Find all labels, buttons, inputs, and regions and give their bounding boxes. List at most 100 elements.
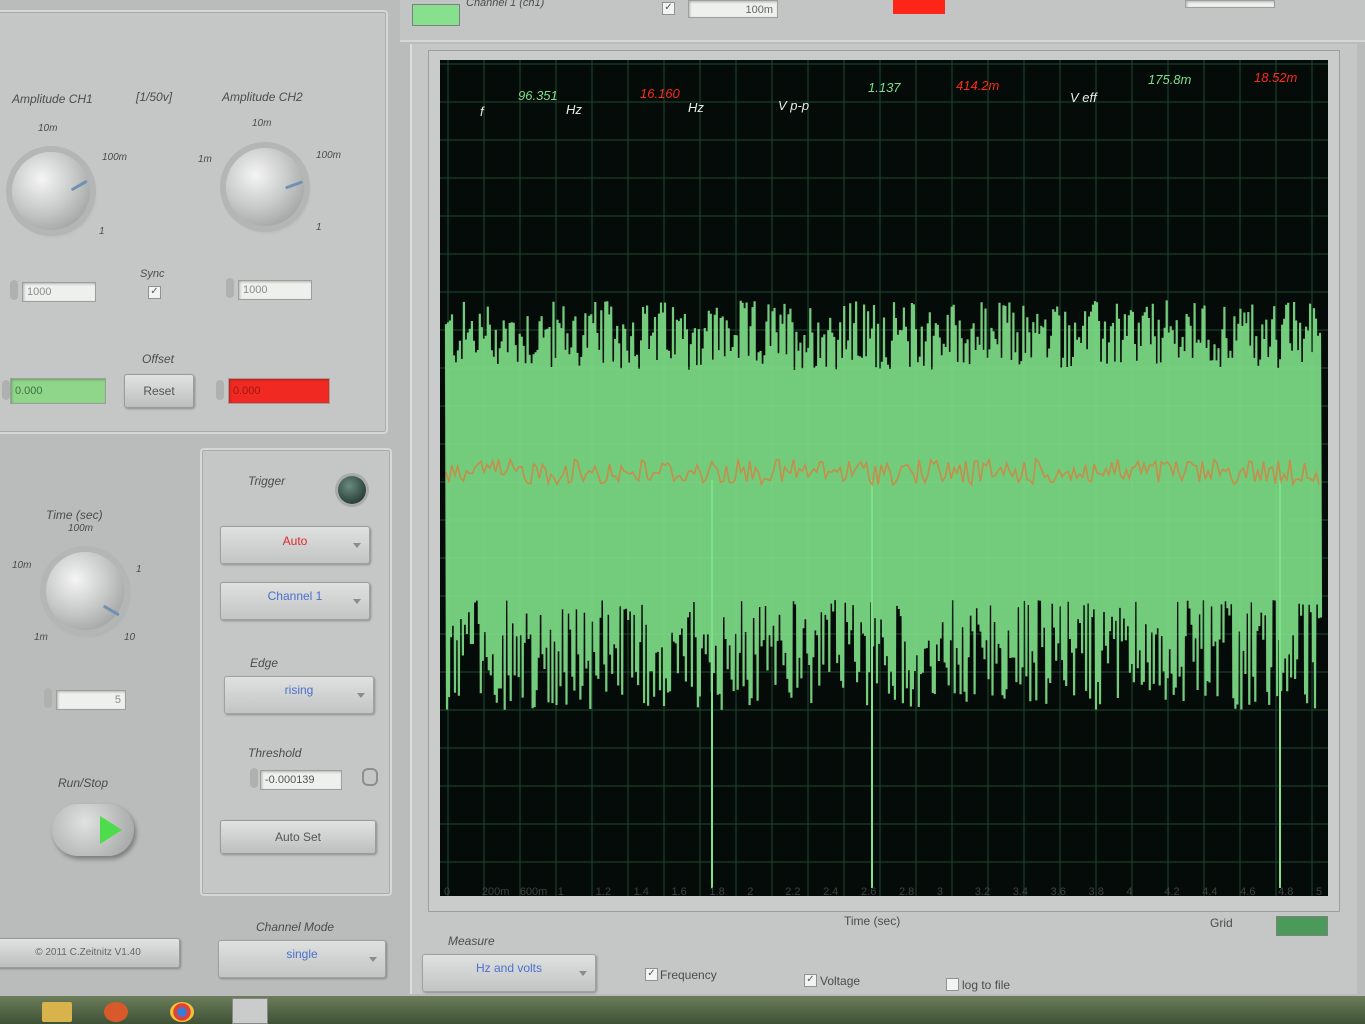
offset-ch1-field[interactable]: 0.000 xyxy=(10,378,106,404)
time-axis-label: Time (sec) xyxy=(844,914,901,928)
voltage-checkbox[interactable]: ✓ xyxy=(804,974,817,987)
chevron-down-icon xyxy=(357,693,365,698)
channel2-color-indicator xyxy=(893,0,945,14)
log-to-file-checkbox[interactable] xyxy=(946,978,959,991)
app-icon[interactable] xyxy=(232,998,268,1024)
time-axis-tick: 4 xyxy=(1126,886,1133,898)
trigger-mode-dropdown[interactable]: Auto xyxy=(220,526,370,564)
channel-mode-value: single xyxy=(286,947,318,961)
channel1-waveform xyxy=(444,300,1323,888)
offset-ch2-spinner[interactable] xyxy=(216,380,224,400)
amplitude-ch2-label: Amplitude CH2 xyxy=(222,90,303,104)
edge-label: Edge xyxy=(250,656,279,670)
time-axis-tick: 3.4 xyxy=(1012,886,1028,898)
time-axis-tick: 3.8 xyxy=(1088,886,1104,898)
time-axis-tick: 600m xyxy=(519,886,548,898)
chevron-down-icon xyxy=(353,599,361,604)
channel-mode-label: Channel Mode xyxy=(256,920,335,934)
grid-label: Grid xyxy=(1210,916,1233,930)
trigger-label: Trigger xyxy=(248,474,286,488)
amplitude-ch1-knob-pointer xyxy=(70,179,88,192)
time-axis-tick: 2 xyxy=(747,886,754,898)
time-axis-tick: 3.6 xyxy=(1050,886,1066,898)
time-axis-tick: 2.6 xyxy=(861,886,877,898)
amplitude-ch2-tick-1m: 1m xyxy=(198,154,212,165)
time-axis-tick: 4.6 xyxy=(1240,886,1256,898)
offset-ch2-field[interactable]: 0.000 xyxy=(228,378,330,404)
edge-dropdown[interactable]: rising xyxy=(224,676,374,714)
amplitude-ch1-tick-1: 1 xyxy=(99,226,105,237)
trigger-led xyxy=(338,476,366,504)
top-checkbox[interactable]: ✓ xyxy=(662,2,675,15)
time-axis-tick: 3 xyxy=(936,886,943,898)
time-axis-tick: 200m xyxy=(481,886,510,898)
time-axis-tick: 2.4 xyxy=(823,886,839,898)
time-tick-1m: 1m xyxy=(34,632,48,643)
folder-icon[interactable] xyxy=(42,1002,72,1022)
measure-value: Hz and volts xyxy=(475,961,543,975)
edge-value: rising xyxy=(284,683,314,697)
top-right-field[interactable] xyxy=(1185,0,1275,8)
frequency-checkbox[interactable]: ✓ xyxy=(645,968,658,981)
amplitude-ch1-label: Amplitude CH1 xyxy=(12,92,93,106)
time-field[interactable]: 5 xyxy=(56,690,126,710)
media-player-icon[interactable] xyxy=(104,1002,128,1022)
copyright-label: © 2011 C.Zeitnitz V1.40 xyxy=(0,938,180,968)
measure-label: Measure xyxy=(448,934,495,948)
taskbar xyxy=(0,996,1365,1024)
amplitude-ch2-spinner[interactable] xyxy=(226,278,234,298)
channel-mode-dropdown[interactable]: single xyxy=(218,940,386,978)
threshold-field[interactable]: -0.000139 xyxy=(260,770,342,790)
time-spinner[interactable] xyxy=(44,688,52,708)
time-axis-tick: 1.6 xyxy=(671,886,687,898)
frequency-ch2-value: 16.160 xyxy=(640,86,680,101)
log-to-file-label: log to file xyxy=(962,978,1011,992)
offset-reset-button[interactable]: Reset xyxy=(124,374,194,408)
measure-dropdown[interactable]: Hz and volts xyxy=(422,954,596,992)
voltage-checkbox-label: Voltage xyxy=(820,974,861,988)
amplitude-ch2-knob[interactable] xyxy=(226,148,304,226)
amplitude-ch2-field[interactable]: 1000 xyxy=(238,280,312,300)
amplitude-ch2-tick-1: 1 xyxy=(316,222,322,233)
trigger-channel-dropdown[interactable]: Channel 1 xyxy=(220,582,370,620)
amplitude-ch2-knob-pointer xyxy=(284,180,303,190)
amplitude-unit-label: [1/50v] xyxy=(136,90,173,104)
amplitude-ch2-tick-10m: 10m xyxy=(252,118,272,129)
amplitude-ch1-spinner[interactable] xyxy=(10,280,18,300)
channel1-trace xyxy=(444,300,1323,710)
chevron-down-icon xyxy=(369,957,377,962)
trigger-channel-value: Channel 1 xyxy=(267,589,323,603)
time-axis-tick: 4.2 xyxy=(1164,886,1180,898)
time-tick-10: 10 xyxy=(124,632,136,643)
oscilloscope-screen[interactable]: f 96.351 Hz 16.160 Hz V p-p 1.137 414.2m… xyxy=(440,60,1328,896)
veff-label: V eff xyxy=(1070,90,1097,105)
amplitude-ch2-tick-100m: 100m xyxy=(316,150,342,161)
chevron-down-icon xyxy=(353,543,361,548)
time-axis-tick: 2.2 xyxy=(785,886,801,898)
scope-plot[interactable] xyxy=(440,60,1328,896)
auto-set-button[interactable]: Auto Set xyxy=(220,820,376,854)
vpp-ch2-value: 414.2m xyxy=(956,78,1000,93)
run-stop-button[interactable] xyxy=(52,804,134,856)
amplitude-ch1-knob[interactable] xyxy=(12,152,90,230)
time-axis-tick: 1.2 xyxy=(595,886,611,898)
time-knob[interactable] xyxy=(46,552,124,630)
frequency-ch1-unit: Hz xyxy=(566,102,582,117)
frequency-label: f xyxy=(480,104,484,119)
top-value-field[interactable]: 100m xyxy=(688,0,778,18)
offset-ch1-spinner[interactable] xyxy=(2,380,10,400)
channel1-label: Channel 1 (ch1) xyxy=(466,0,545,9)
offset-label: Offset xyxy=(142,352,175,366)
browser-icon[interactable] xyxy=(170,1002,194,1022)
time-axis-tick: 1.8 xyxy=(709,886,725,898)
time-tick-10m: 10m xyxy=(12,560,32,571)
frequency-ch2-unit: Hz xyxy=(688,100,704,115)
grid-color-toggle[interactable] xyxy=(1276,916,1328,936)
amplitude-ch1-tick-10m: 10m xyxy=(38,123,58,134)
frequency-ch1-value: 96.351 xyxy=(518,88,558,103)
threshold-dial-icon[interactable] xyxy=(362,768,378,786)
amplitude-ch1-field[interactable]: 1000 xyxy=(22,282,96,302)
amplitude-ch1-tick-100m: 100m xyxy=(102,152,128,163)
sync-checkbox[interactable]: ✓ xyxy=(148,286,161,299)
threshold-spinner[interactable] xyxy=(250,768,258,788)
